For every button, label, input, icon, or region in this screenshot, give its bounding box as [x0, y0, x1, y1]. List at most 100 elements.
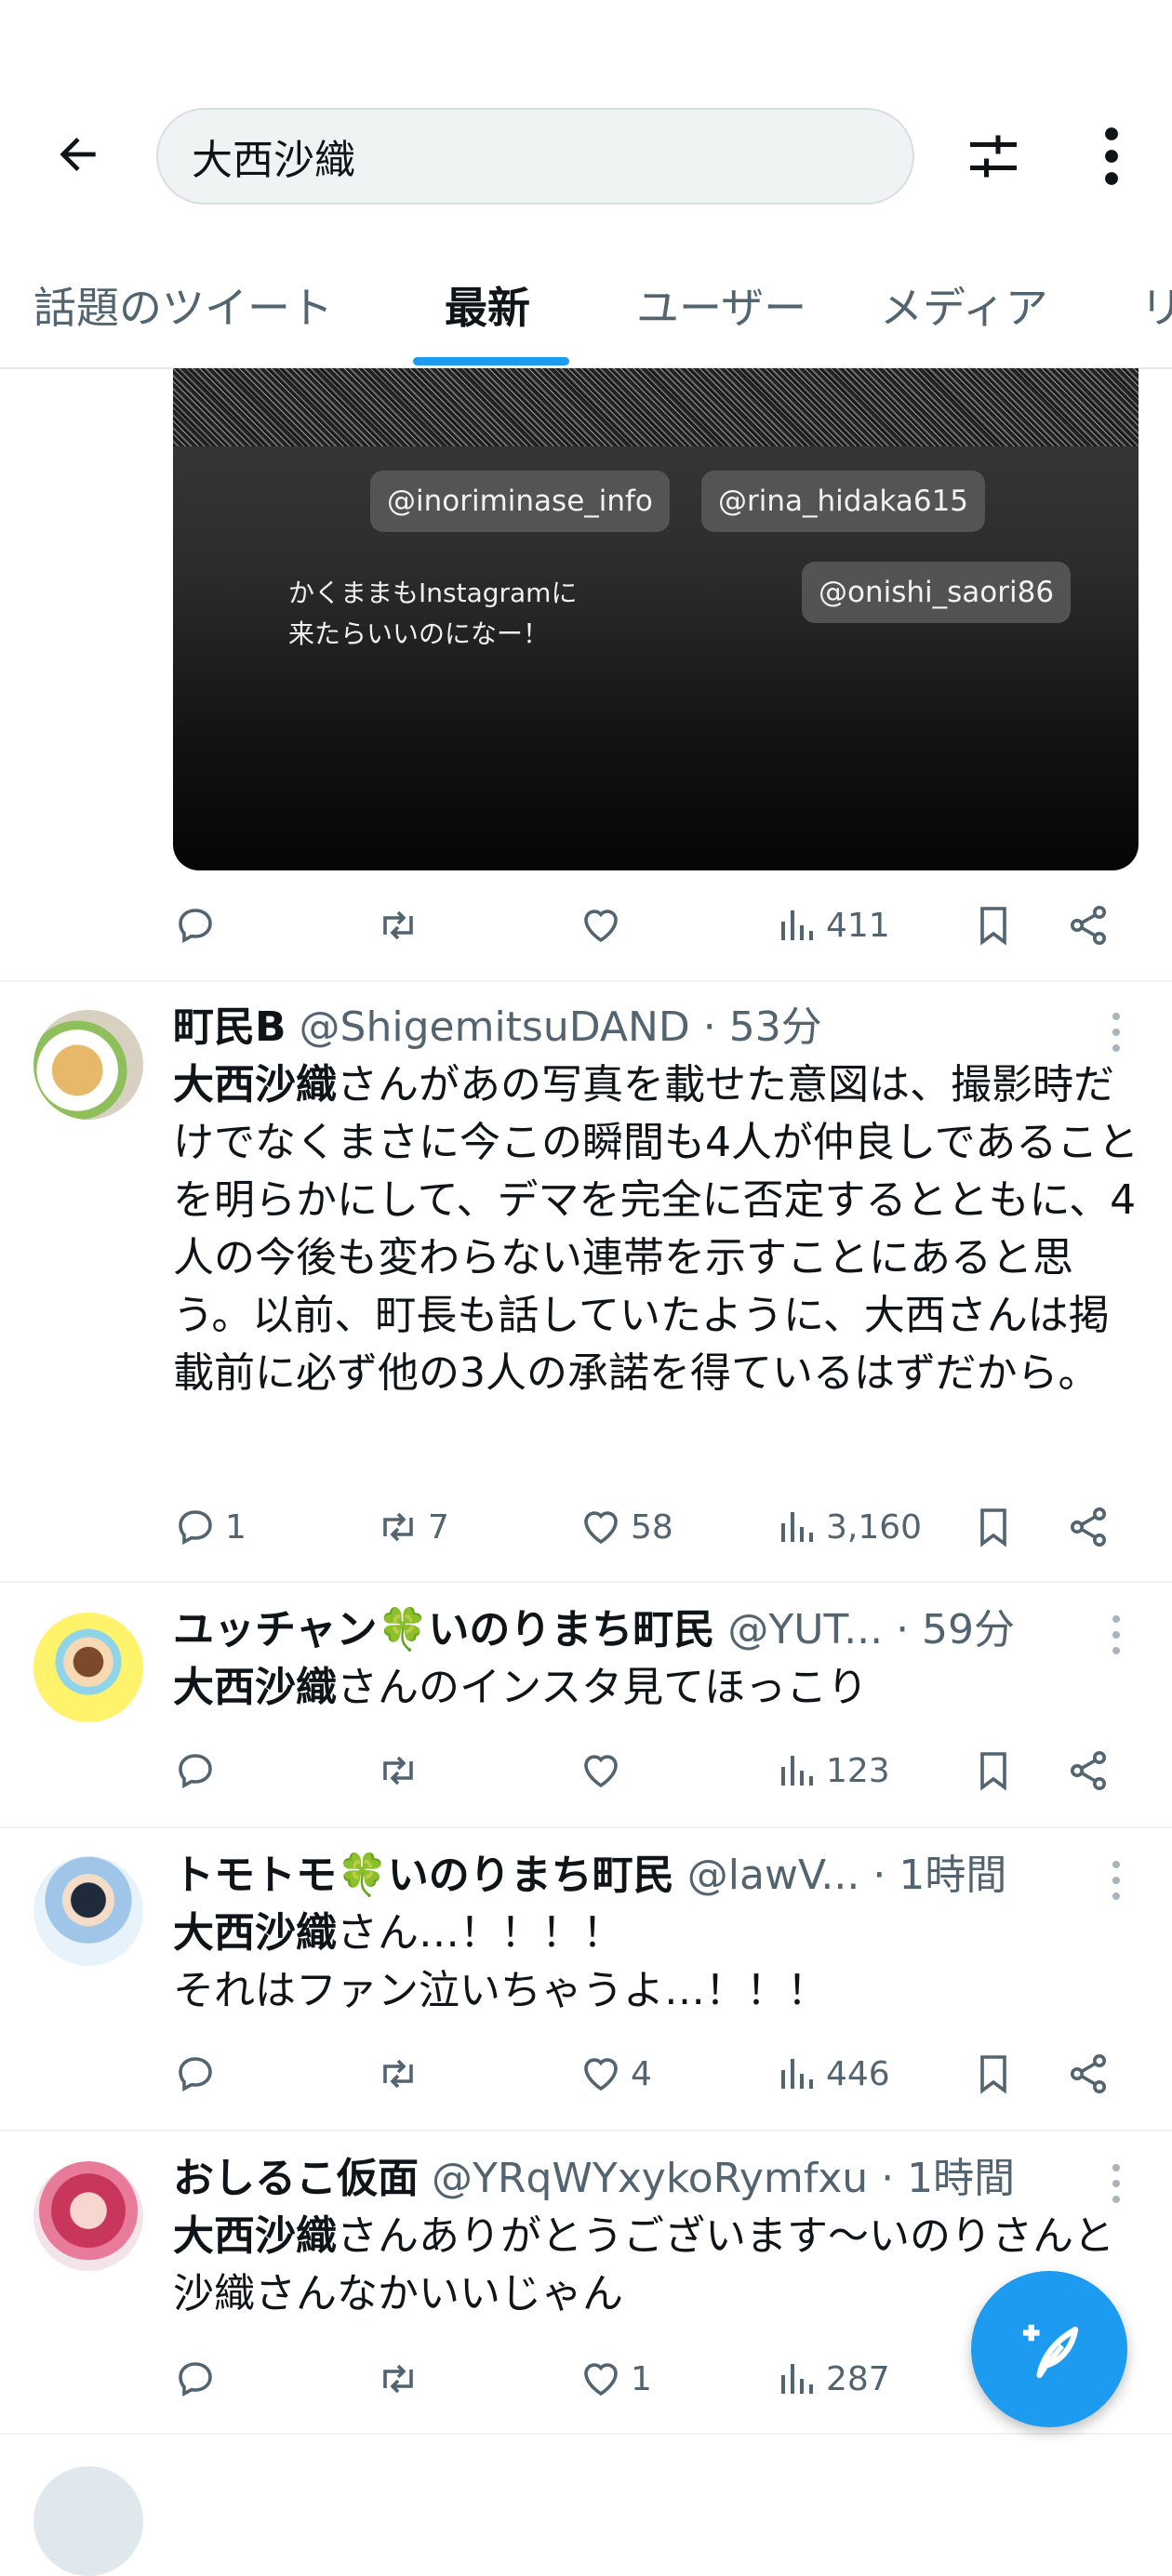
tweet-menu-button[interactable]: [1098, 1607, 1135, 1663]
bookmark-button[interactable]: [971, 1743, 1016, 1799]
views-button[interactable]: 411: [774, 897, 890, 953]
tweet-time: · 1時間: [881, 2155, 1016, 2202]
tweet-header: おしるこ仮面 @YRqWYxykoRymfxu · 1時間: [173, 2152, 1015, 2206]
avatar[interactable]: [33, 1613, 143, 1722]
reply-button[interactable]: [173, 2046, 218, 2102]
reply-button[interactable]: [173, 897, 218, 953]
retweet-button[interactable]: [376, 2351, 420, 2407]
avatar[interactable]: [33, 2161, 143, 2271]
retweet-button[interactable]: [376, 1743, 420, 1799]
reply-button[interactable]: [173, 2351, 218, 2407]
tweet-text: 大西沙織さんありがとうございます〜いのりさんと沙織さんなかいいじゃん: [173, 2208, 1122, 2323]
author-handle[interactable]: @YUT...: [727, 1606, 883, 1653]
tweet-header: トモトモ🍀いのりまち町民 @lawV... · 1時間: [173, 1849, 1006, 1903]
share-button[interactable]: [1066, 1499, 1111, 1555]
avatar[interactable]: [33, 1856, 143, 1966]
like-button[interactable]: 4: [579, 2046, 652, 2102]
divider: [0, 2130, 1172, 2131]
author-name[interactable]: おしるこ仮面: [173, 2155, 419, 2202]
views-icon: [781, 2059, 813, 2089]
media-tag: @rina_hidaka615: [701, 471, 986, 532]
author-handle[interactable]: @lawV...: [687, 1852, 860, 1899]
tab-media[interactable]: メディア: [880, 274, 1048, 336]
photo-texture: [173, 368, 1139, 446]
retweet-button[interactable]: [376, 897, 420, 953]
tab-latest[interactable]: 最新: [445, 274, 530, 336]
author-handle[interactable]: @YRqWYxykoRymfxu: [432, 2155, 868, 2202]
like-button[interactable]: [579, 897, 623, 953]
like-count: 1: [631, 2359, 652, 2398]
author-name[interactable]: ユッチャン🍀いのりまち町民: [173, 1606, 714, 1653]
author-handle[interactable]: @ShigemitsuDAND: [300, 1003, 690, 1051]
tab-lists[interactable]: リ: [1140, 274, 1172, 336]
bookmark-button[interactable]: [971, 2046, 1016, 2102]
bookmark-button[interactable]: [971, 897, 1016, 953]
tweet-text: 大西沙織さん…！！！！ それはファン泣いちゃうよ…！！！: [173, 1905, 1140, 2020]
tab-top[interactable]: 話題のツイート: [33, 274, 333, 336]
views-button[interactable]: 3,160: [774, 1499, 922, 1555]
reply-icon: [179, 1510, 212, 1546]
heart-icon: [584, 2058, 618, 2091]
tweet-text-rest: さんがあの写真を載せた意図は、撮影時だけでなくまさに今この瞬間も4人が仲良しであ…: [173, 1061, 1139, 1397]
tweet-media-image[interactable]: @inoriminase_info @rina_hidaka615 @onish…: [173, 368, 1139, 870]
views-button[interactable]: 446: [774, 2046, 890, 2102]
retweet-button[interactable]: 7: [376, 1499, 449, 1555]
reply-button[interactable]: [173, 1743, 218, 1799]
heart-icon: [584, 910, 618, 943]
tweet-time: · 1時間: [872, 1852, 1007, 1899]
bookmark-button[interactable]: [971, 1499, 1016, 1555]
tweet-header: ユッチャン🍀いのりまち町民 @YUT... · 59分: [173, 1603, 1015, 1657]
highlighted-keyword: 大西沙織: [173, 2212, 337, 2260]
views-icon: [781, 910, 813, 940]
avatar[interactable]: [33, 2466, 143, 2576]
reply-button[interactable]: 1: [173, 1499, 246, 1555]
share-button[interactable]: [1066, 2046, 1111, 2102]
search-query: 大西沙織: [192, 137, 355, 184]
tweet-text: 大西沙織さんがあの写真を載せた意図は、撮影時だけでなくまさに今この瞬間も4人が仲…: [173, 1056, 1140, 1402]
share-button[interactable]: [1066, 1743, 1111, 1799]
tab-people[interactable]: ユーザー: [636, 274, 806, 336]
views-count: 123: [826, 1751, 890, 1790]
tweet-menu-button[interactable]: [1098, 1852, 1135, 1908]
reply-icon: [179, 2362, 212, 2397]
tweet-actions: 4 446: [173, 2046, 1112, 2102]
retweet-button[interactable]: [376, 2046, 420, 2102]
tweet-menu-button[interactable]: [1098, 2156, 1135, 2211]
compose-tweet-button[interactable]: [971, 2271, 1127, 2427]
share-button[interactable]: [1066, 897, 1111, 953]
search-input[interactable]: 大西沙織: [156, 108, 914, 205]
author-name[interactable]: トモトモ🍀いのりまち町民: [173, 1852, 674, 1899]
views-button[interactable]: 123: [774, 1743, 890, 1799]
tweet-actions: 123: [173, 1743, 1112, 1799]
views-icon: [781, 2364, 813, 2394]
tweet-text: 大西沙織さんのインスタ見てほっこり: [173, 1659, 1140, 1717]
like-button[interactable]: [579, 1743, 623, 1799]
bookmark-icon: [980, 1508, 1006, 1547]
tweet-actions: 1 7 58 3,160: [173, 1499, 1112, 1555]
arrow-left-icon: [60, 138, 96, 171]
avatar[interactable]: [33, 1010, 143, 1120]
bookmark-icon: [980, 1752, 1006, 1791]
tweet-menu-button[interactable]: [1098, 1004, 1135, 1060]
share-icon: [1071, 906, 1106, 945]
search-filter-button[interactable]: [958, 121, 1029, 192]
highlighted-keyword: 大西沙織: [173, 1664, 337, 1711]
divider: [0, 980, 1172, 982]
retweet-icon: [383, 910, 413, 940]
like-button[interactable]: 58: [579, 1499, 673, 1555]
tweet-text-rest: さんのインスタ見てほっこり: [337, 1664, 869, 1711]
tweet-time: · 53分: [702, 1003, 822, 1051]
retweet-icon: [383, 1512, 413, 1542]
compose-feather-icon: [1023, 2324, 1079, 2379]
highlighted-keyword: 大西沙織: [173, 1909, 337, 1957]
retweet-icon: [383, 2059, 413, 2089]
like-button[interactable]: 1: [579, 2351, 652, 2407]
more-vertical-icon: [1105, 127, 1118, 185]
author-name[interactable]: 町民B: [173, 1003, 286, 1051]
sliders-icon: [970, 135, 1017, 178]
media-tag: @inoriminase_info: [370, 471, 670, 532]
more-options-button[interactable]: [1079, 121, 1144, 192]
tweet-header: 町民B @ShigemitsuDAND · 53分: [173, 1001, 822, 1055]
back-button[interactable]: [45, 121, 112, 188]
views-button[interactable]: 287: [774, 2351, 890, 2407]
